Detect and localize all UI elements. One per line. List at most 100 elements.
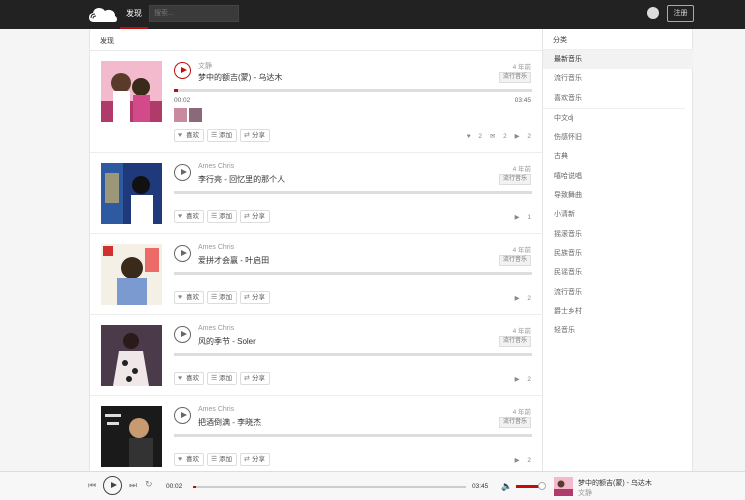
play-button[interactable]: [174, 164, 191, 181]
like-label: 喜欢: [186, 456, 199, 463]
like-button[interactable]: ♥ 喜欢: [174, 372, 204, 385]
player-progress-fill: [193, 486, 196, 488]
album-cover[interactable]: [101, 406, 162, 467]
repeat-icon[interactable]: ↻: [145, 479, 153, 490]
category-item[interactable]: 导致舞曲: [543, 186, 693, 205]
nav-discover[interactable]: 发现: [120, 0, 148, 29]
song-title[interactable]: 爱拼才会赢 - 叶启田: [198, 255, 269, 266]
category-item[interactable]: 民谣音乐: [543, 263, 693, 282]
play-button[interactable]: [174, 407, 191, 424]
category-item[interactable]: 中文dj: [543, 109, 693, 128]
category-item[interactable]: 最新音乐: [543, 50, 693, 70]
album-cover[interactable]: [101, 325, 162, 386]
category-item[interactable]: 爵士乡村: [543, 302, 693, 321]
now-playing-title[interactable]: 梦中的额吉(蒙) - 乌达木: [578, 478, 652, 488]
like-count[interactable]: ♥ 2: [467, 133, 482, 140]
list-icon: ☰: [211, 213, 218, 220]
like-button[interactable]: ♥ 喜欢: [174, 210, 204, 223]
genre-tag[interactable]: 流行音乐: [498, 174, 531, 185]
share-button[interactable]: ⇄ 分享: [240, 372, 270, 385]
share-label: 分享: [252, 375, 265, 382]
search-input[interactable]: [149, 5, 239, 22]
category-item[interactable]: 轻音乐: [543, 321, 693, 340]
volume-icon[interactable]: 🔈: [501, 481, 512, 492]
song-progress-bar[interactable]: [174, 353, 532, 356]
genre-tag[interactable]: 流行音乐: [498, 417, 531, 428]
song-actions: ♥ 喜欢 ☰ 添加 ⇄ 分享: [174, 291, 273, 304]
category-item[interactable]: 伤感怀旧: [543, 128, 693, 147]
previous-icon[interactable]: ⏮: [88, 480, 96, 491]
category-item[interactable]: 喜欢音乐: [543, 89, 693, 108]
album-cover[interactable]: [101, 244, 162, 305]
song-actions: ♥ 喜欢 ☰ 添加 ⇄ 分享: [174, 453, 273, 466]
next-icon[interactable]: ⏭: [129, 480, 137, 491]
duration: 03:45: [514, 97, 531, 104]
song-title[interactable]: 李行亮 - 回忆里的那个人: [198, 174, 285, 185]
like-button[interactable]: ♥ 喜欢: [174, 129, 204, 142]
song-artist[interactable]: Ames Chris: [198, 244, 234, 251]
category-sidebar: 分类 最新音乐 流行音乐 喜欢音乐 中文dj 伤感怀旧 古典 嘻哈说唱 导致舞曲…: [542, 29, 693, 471]
play-button[interactable]: [174, 62, 191, 79]
volume-knob[interactable]: [538, 482, 546, 490]
player-duration: 03:45: [472, 483, 489, 490]
like-label: 喜欢: [186, 294, 199, 301]
song-title[interactable]: 风的季节 - Soler: [198, 336, 256, 347]
song-card: Ames Chris 爱拼才会赢 - 叶启田 4 年前 流行音乐 ♥ 喜欢 ☰ 添加…: [90, 234, 542, 315]
now-playing-cover[interactable]: [554, 477, 573, 496]
cloud-logo-icon[interactable]: [88, 6, 118, 24]
heart-icon: ♥: [178, 132, 183, 139]
song-artist[interactable]: 文静: [198, 61, 212, 71]
song-card: 文静 梦中的额吉(蒙) - 乌达木 4 年前 流行音乐 00:02 03:45 …: [90, 51, 542, 153]
play-count: ▶ 1: [514, 214, 531, 221]
heart-icon: ♥: [178, 294, 183, 301]
category-item[interactable]: 小清新: [543, 205, 693, 224]
add-button[interactable]: ☰ 添加: [207, 129, 237, 142]
song-progress-bar[interactable]: [174, 191, 532, 194]
category-item[interactable]: 民族音乐: [543, 244, 693, 263]
like-button[interactable]: ♥ 喜欢: [174, 291, 204, 304]
add-button[interactable]: ☰ 添加: [207, 372, 237, 385]
category-item[interactable]: 摇滚音乐: [543, 225, 693, 244]
share-button[interactable]: ⇄ 分享: [240, 129, 270, 142]
like-button[interactable]: ♥ 喜欢: [174, 453, 204, 466]
share-button[interactable]: ⇄ 分享: [240, 453, 270, 466]
share-icon: ⇄: [244, 132, 250, 139]
list-icon: ☰: [211, 132, 218, 139]
play-pause-button[interactable]: [103, 476, 122, 495]
song-artist[interactable]: Ames Chris: [198, 406, 234, 413]
add-label: 添加: [219, 213, 232, 220]
category-item[interactable]: 嘻哈说唱: [543, 167, 693, 186]
add-button[interactable]: ☰ 添加: [207, 291, 237, 304]
play-button[interactable]: [174, 326, 191, 343]
add-button[interactable]: ☰ 添加: [207, 210, 237, 223]
song-artist[interactable]: Ames Chris: [198, 325, 234, 332]
player-progress-bar[interactable]: [193, 486, 466, 488]
register-button[interactable]: 注册: [667, 5, 694, 22]
album-cover[interactable]: [101, 163, 162, 224]
category-list: 最新音乐 流行音乐 喜欢音乐 中文dj 伤感怀旧 古典 嘻哈说唱 导致舞曲 小清…: [543, 49, 693, 340]
genre-tag[interactable]: 流行音乐: [498, 255, 531, 266]
song-title[interactable]: 把酒倒满 - 李晓杰: [198, 417, 261, 428]
album-cover[interactable]: [101, 61, 162, 122]
genre-tag[interactable]: 流行音乐: [498, 336, 531, 347]
song-progress-bar[interactable]: [174, 434, 532, 437]
heart-icon: ♥: [178, 375, 183, 382]
song-artist[interactable]: Ames Chris: [198, 163, 234, 170]
player-bar: ⏮ ⏭ ↻ 00:02 03:45 🔈 梦中的额吉(蒙) - 乌达木 文静: [0, 471, 745, 500]
add-button[interactable]: ☰ 添加: [207, 453, 237, 466]
volume-slider[interactable]: [516, 485, 540, 488]
share-button[interactable]: ⇄ 分享: [240, 291, 270, 304]
song-title[interactable]: 梦中的额吉(蒙) - 乌达木: [198, 72, 282, 83]
user-avatar-icon[interactable]: [647, 7, 659, 19]
category-item[interactable]: 古典: [543, 147, 693, 166]
comment-count[interactable]: ✉ 2: [490, 133, 507, 140]
share-button[interactable]: ⇄ 分享: [240, 210, 270, 223]
genre-tag[interactable]: 流行音乐: [498, 72, 531, 83]
song-progress-bar[interactable]: [174, 89, 532, 92]
category-item[interactable]: 流行音乐: [543, 283, 693, 302]
now-playing-artist[interactable]: 文静: [578, 488, 592, 498]
play-button[interactable]: [174, 245, 191, 262]
post-time: 4 年前: [512, 409, 531, 416]
category-item[interactable]: 流行音乐: [543, 69, 693, 88]
song-progress-bar[interactable]: [174, 272, 532, 275]
